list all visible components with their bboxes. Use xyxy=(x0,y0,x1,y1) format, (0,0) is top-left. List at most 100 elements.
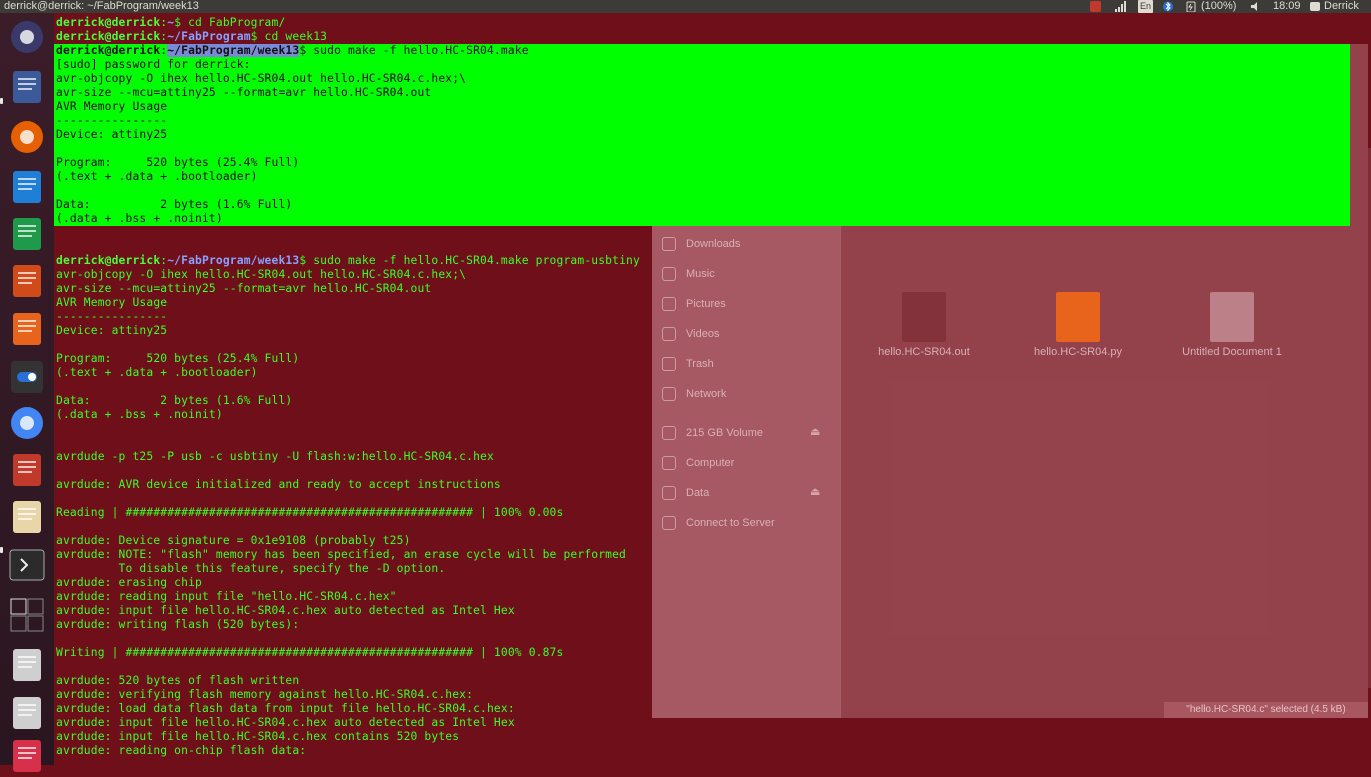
network-indicator[interactable] xyxy=(1115,0,1127,13)
terminal-window[interactable]: derrick@derrick:~/FabProgram/week13$ sud… xyxy=(54,14,1371,765)
clock[interactable]: 18:09 xyxy=(1273,0,1301,13)
usb-drive-icon xyxy=(13,649,41,681)
prompt-path: ~/FabProgram/week13 xyxy=(167,254,300,267)
output-line: (.data + .bss + .noinit) xyxy=(56,408,223,421)
output-line: avrdude: input file hello.HC-SR04.c.hex … xyxy=(56,604,515,617)
output-line: avrdude: NOTE: "flash" memory has been s… xyxy=(56,548,627,561)
chrome-icon xyxy=(11,407,43,439)
output-line: Program: 520 bytes (25.4% Full) xyxy=(56,156,300,169)
output-line: avrdude: reading on-chip flash data: xyxy=(56,744,307,757)
prompt-path: ~/FabProgram xyxy=(167,30,251,43)
prompt-path: ~/FabProgram/week13 xyxy=(167,44,300,57)
prompt-line: derrick@derrick:~$ cd FabProgram/ xyxy=(56,16,285,30)
prompt-line: derrick@derrick:~/FabProgram$ cd week13 xyxy=(56,30,327,44)
command-text: $ sudo make -f hello.HC-SR04.make xyxy=(299,44,529,57)
user-menu[interactable]: Derrick xyxy=(1310,0,1359,13)
text-editor-launcher[interactable] xyxy=(6,496,48,538)
impress-launcher[interactable] xyxy=(6,260,48,302)
output-line: (.text + .data + .bootloader) xyxy=(56,366,258,379)
output-line: Writing | ##############################… xyxy=(56,646,564,659)
volume-indicator[interactable] xyxy=(1250,0,1262,13)
terminal-icon xyxy=(9,549,45,581)
prompt-user: derrick@derrick xyxy=(56,254,161,267)
terminal-launcher[interactable] xyxy=(6,544,48,586)
prompt-line: derrick@derrick:~/FabProgram/week13$ sud… xyxy=(56,254,640,268)
output-line: AVR Memory Usage xyxy=(56,296,168,309)
bluetooth-indicator[interactable] xyxy=(1163,0,1173,13)
settings-toggle-icon xyxy=(11,361,43,393)
battery-icon xyxy=(1186,1,1196,12)
output-line: AVR Memory Usage xyxy=(56,100,168,113)
user-name: Derrick xyxy=(1324,0,1359,12)
trash-launcher[interactable] xyxy=(6,735,48,777)
command-text: $ cd FabProgram/ xyxy=(174,16,286,29)
output-line: avrdude: AVR device initialized and read… xyxy=(56,478,501,491)
output-line: Program: 520 bytes (25.4% Full) xyxy=(56,352,300,365)
output-line: avrdude: erasing chip xyxy=(56,576,202,589)
calc-icon xyxy=(13,218,41,250)
running-indicator xyxy=(0,547,3,553)
mail-launcher[interactable] xyxy=(6,66,48,108)
workspace-switcher-icon xyxy=(10,598,44,632)
output-line: Data: 2 bytes (1.6% Full) xyxy=(56,394,293,407)
usb-drive-2-icon xyxy=(13,697,41,729)
battery-percent: (100%) xyxy=(1201,0,1237,12)
output-line: avr-objcopy -O ihex hello.HC-SR04.out he… xyxy=(56,72,467,85)
writer-icon xyxy=(13,171,41,203)
output-line: avr-size --mcu=attiny25 --format=avr hel… xyxy=(56,86,432,99)
output-line: Device: attiny25 xyxy=(56,324,168,337)
top-panel: derrick@derrick: ~/FabProgram/week13 En … xyxy=(0,0,1371,13)
user-icon xyxy=(1310,2,1320,11)
usb-drive-2-launcher[interactable] xyxy=(6,692,48,734)
mail-icon xyxy=(13,71,41,103)
text-editor-icon xyxy=(13,501,41,533)
prompt-user: derrick@derrick xyxy=(56,44,161,57)
output-line: avrdude: 520 bytes of flash written xyxy=(56,674,300,687)
output-line: avrdude: verifying flash memory against … xyxy=(56,688,474,701)
output-line: [sudo] password for derrick: xyxy=(56,58,251,71)
battery-indicator[interactable]: (100%) xyxy=(1186,0,1236,13)
media-indicator[interactable] xyxy=(1090,0,1101,13)
window-title: derrick@derrick: ~/FabProgram/week13 xyxy=(4,0,199,12)
output-line: avrdude: Device signature = 0x1e9108 (pr… xyxy=(56,534,411,547)
keyboard-layout: En xyxy=(1138,0,1154,13)
output-line: To disable this feature, specify the -D … xyxy=(56,562,446,575)
prompt-user: derrick@derrick xyxy=(56,16,161,29)
prompt-line: derrick@derrick:~/FabProgram/week13$ sud… xyxy=(56,44,529,58)
calc-launcher[interactable] xyxy=(6,213,48,255)
output-line: Reading | ##############################… xyxy=(56,506,564,519)
writer-launcher[interactable] xyxy=(6,166,48,208)
launcher xyxy=(0,13,54,772)
output-line: Data: 2 bytes (1.6% Full) xyxy=(56,198,293,211)
output-line: avrdude: reading input file "hello.HC-SR… xyxy=(56,590,397,603)
output-line: avr-size --mcu=attiny25 --format=avr hel… xyxy=(56,282,432,295)
signal-icon xyxy=(1115,1,1126,12)
output-line: avrdude: writing flash (520 bytes): xyxy=(56,618,300,631)
trash-icon xyxy=(13,740,41,772)
video-player-icon xyxy=(13,454,41,486)
selection-highlight: derrick@derrick:~/FabProgram/week13$ sud… xyxy=(54,44,1350,226)
impress-icon xyxy=(13,265,41,297)
prompt-user: derrick@derrick xyxy=(56,30,161,43)
video-player-launcher[interactable] xyxy=(6,449,48,491)
output-line: avrdude: load data flash data from input… xyxy=(56,702,515,715)
output-line: avrdude: input file hello.HC-SR04.c.hex … xyxy=(56,716,515,729)
media-icon xyxy=(1090,1,1101,12)
settings-toggle-launcher[interactable] xyxy=(6,356,48,398)
firefox-launcher[interactable] xyxy=(6,116,48,158)
output-line: avr-objcopy -O ihex hello.HC-SR04.out he… xyxy=(56,268,467,281)
output-line: (.text + .data + .bootloader) xyxy=(56,170,258,183)
keyboard-indicator[interactable]: En xyxy=(1138,0,1154,13)
software-center-launcher[interactable] xyxy=(6,308,48,350)
output-line: ---------------- xyxy=(56,310,168,323)
output-line: Device: attiny25 xyxy=(56,128,168,141)
firefox-icon xyxy=(11,121,43,153)
output-line: avrdude: input file hello.HC-SR04.c.hex … xyxy=(56,730,460,743)
dash-launcher[interactable] xyxy=(6,16,48,58)
chrome-launcher[interactable] xyxy=(6,402,48,444)
command-text: $ cd week13 xyxy=(250,30,328,43)
volume-icon xyxy=(1251,2,1257,11)
usb-drive-launcher[interactable] xyxy=(6,644,48,686)
workspace-switcher-launcher[interactable] xyxy=(6,594,48,636)
output-line: (.data + .bss + .noinit) xyxy=(56,212,223,225)
